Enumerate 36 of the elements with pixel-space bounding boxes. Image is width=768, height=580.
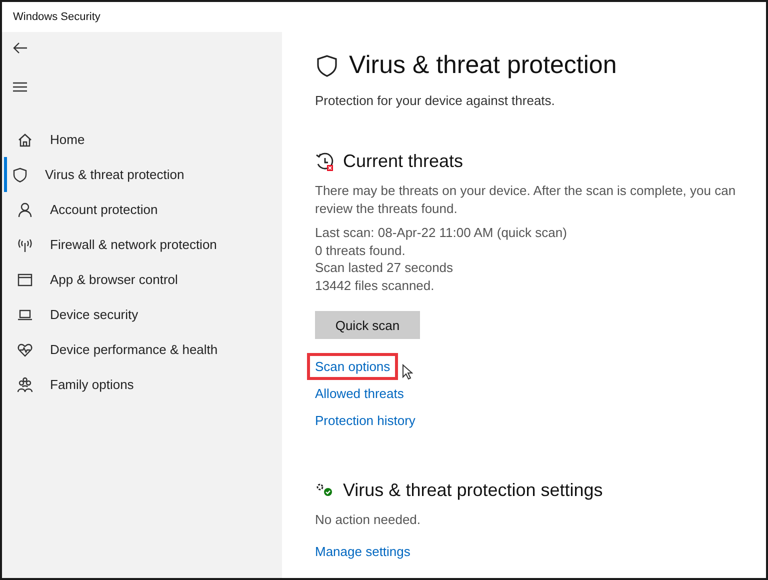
section-description: There may be threats on your device. After the scan is complete, you can review the threats found. bbox=[315, 182, 737, 218]
nav-item[interactable]: Device performance & health bbox=[4, 332, 282, 367]
link[interactable]: Manage settings bbox=[307, 538, 418, 565]
section-heading: Virus & threat protection settings bbox=[343, 480, 603, 501]
nav-item[interactable]: Home bbox=[4, 122, 282, 157]
nav-item[interactable]: Family options bbox=[4, 367, 282, 402]
shield-icon bbox=[315, 54, 339, 78]
link[interactable]: Scan options bbox=[307, 353, 398, 380]
page-title: Virus & threat protection bbox=[349, 51, 617, 80]
heart-pulse-icon bbox=[17, 342, 33, 358]
back-arrow-icon bbox=[12, 40, 28, 56]
browser-window-icon bbox=[17, 272, 33, 288]
nav-item[interactable]: App & browser control bbox=[4, 262, 282, 297]
window-title: Windows Security bbox=[12, 10, 102, 25]
section-heading: Current threats bbox=[343, 151, 464, 172]
nav-item[interactable]: Firewall & network protection bbox=[4, 227, 282, 262]
nav-item[interactable]: Virus & threat protection bbox=[4, 157, 282, 192]
link[interactable]: Allowed threats bbox=[307, 380, 412, 407]
quick-scan-button[interactable]: Quick scan bbox=[315, 311, 420, 339]
scan-info-text: Scan lasted 27 seconds bbox=[315, 259, 454, 276]
scan-info-text: Last scan: 08-Apr-22 11:00 AM (quick scan) bbox=[315, 224, 568, 242]
scan-info-text: 0 threats found. bbox=[315, 242, 406, 259]
cursor-icon bbox=[402, 364, 414, 380]
page-subtitle: Protection for your device against threats. bbox=[315, 93, 556, 108]
nav-item[interactable]: Account protection bbox=[4, 192, 282, 227]
nav-item[interactable]: Device security bbox=[4, 297, 282, 332]
family-icon bbox=[17, 376, 33, 392]
link[interactable]: Protection history bbox=[307, 407, 424, 434]
home-icon bbox=[17, 132, 33, 148]
person-icon bbox=[17, 202, 33, 218]
back-button[interactable] bbox=[12, 40, 28, 56]
status-text: No action needed. bbox=[315, 511, 422, 529]
clock-alert-icon bbox=[315, 152, 335, 172]
scan-info-text: 13442 files scanned. bbox=[315, 276, 436, 294]
antenna-icon bbox=[17, 236, 33, 252]
shield-icon bbox=[12, 166, 28, 182]
